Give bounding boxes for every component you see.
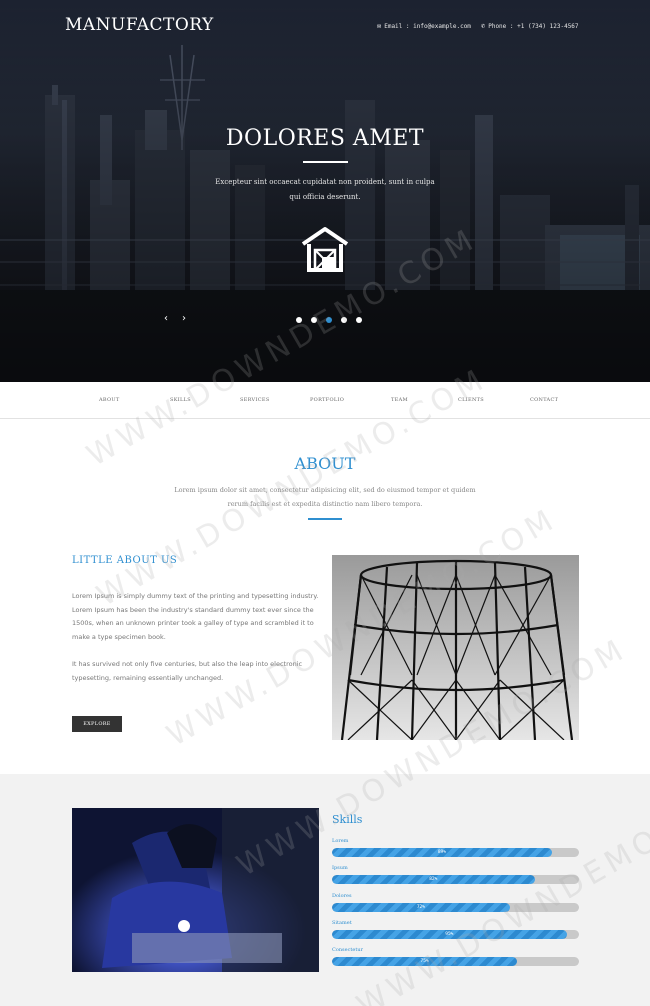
skill-row: Ipsum 82% [332,865,579,884]
skill-bar: 95% [332,930,567,939]
skill-name: Consectetur [332,947,363,953]
hero-slider: MANUFACTORY ✉ Email : info@example.com ✆ P… [0,0,650,382]
brand-logo[interactable]: MANUFACTORY [65,15,214,35]
skill-track: 82% [332,875,579,884]
skill-bar: 89% [332,848,552,857]
skill-name: Ipsum [332,865,348,871]
nav-item-team[interactable]: TEAM [391,397,408,403]
nav-item-about[interactable]: ABOUT [99,397,120,403]
skill-name: Dolores [332,893,352,899]
phone-icon: ✆ [481,22,486,30]
nav-item-clients[interactable]: CLIENTS [458,397,484,403]
slider-dot[interactable] [296,317,302,323]
slider-dot[interactable] [341,317,347,323]
phone-text: Phone : +1 (734) 123-4567 [488,23,579,30]
slider-dot-active[interactable] [326,317,332,323]
skill-name: Sitamet [332,920,352,926]
about-paragraph-2: It has survived not only five centuries,… [72,660,303,682]
nav-item-services[interactable]: SERVICES [240,397,270,403]
slider-dot[interactable] [311,317,317,323]
skill-track: 89% [332,848,579,857]
skill-bar: 72% [332,903,510,912]
slider-prev-arrow[interactable]: ‹ [164,313,168,324]
gas-holder-image [332,555,579,740]
skill-bar: 75% [332,957,518,966]
skill-track: 72% [332,903,579,912]
hero-title: DOLORES AMET [225,126,425,151]
nav-item-portfolio[interactable]: PORTFOLIO [310,397,344,403]
explore-button[interactable]: EXPLORE [72,716,122,732]
skill-row: Consectetur 75% [332,947,579,966]
skill-bar: 82% [332,875,535,884]
slider-dot[interactable] [356,317,362,323]
phone-contact[interactable]: ✆ Phone : +1 (734) 123-4567 [481,22,579,30]
welder-image [72,808,319,972]
skills-title: Skills [332,813,363,826]
main-nav: ABOUT SKILLS SERVICES PORTFOLIO TEAM CLI… [0,382,650,419]
about-title: ABOUT [294,454,356,473]
skill-track: 95% [332,930,579,939]
about-paragraph-1: Lorem Ipsum is simply dummy text of the … [72,592,319,641]
hero-text: Excepteur sint occaecat cupidatat non pr… [215,178,435,201]
about-divider [308,518,342,520]
email-contact[interactable]: ✉ Email : info@example.com [377,22,471,30]
hero-divider [303,161,348,163]
warehouse-icon [301,227,349,272]
slider-dots [296,317,362,323]
little-about-title: LITTLE ABOUT US [72,555,178,566]
skill-row: Lorem 89% [332,838,579,857]
nav-item-contact[interactable]: CONTACT [530,397,558,403]
envelope-icon: ✉ [377,22,382,30]
nav-item-skills[interactable]: SKILLS [170,397,191,403]
skill-name: Lorem [332,838,349,844]
email-text: Email : info@example.com [384,23,471,30]
slider-next-arrow[interactable]: › [182,313,186,324]
skill-row: Sitamet 95% [332,920,579,939]
skill-row: Dolores 72% [332,893,579,912]
about-text: Lorem ipsum dolor sit amet, consectetur … [174,486,476,508]
skill-track: 75% [332,957,579,966]
